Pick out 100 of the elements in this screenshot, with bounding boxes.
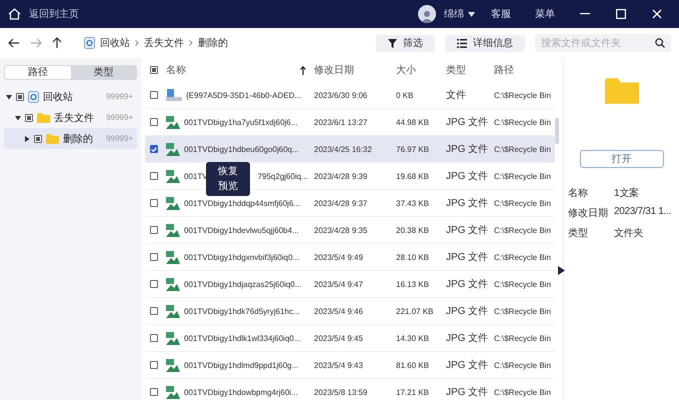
size-cell-text: 221.07 KB: [396, 306, 434, 316]
row-checkbox[interactable]: [150, 226, 158, 234]
filter-button[interactable]: 筛选: [376, 34, 435, 52]
row-checkbox[interactable]: [150, 145, 158, 153]
breadcrumb-item[interactable]: 丢失文件: [144, 36, 184, 50]
type-cell-text: JPG 文件: [446, 278, 490, 291]
date-cell-text: 2023/6/1 13:27: [314, 118, 368, 126]
column-header[interactable]: 类型: [446, 63, 494, 77]
path-cell-text: C:\$Recycle Bin: [494, 198, 552, 208]
avatar-icon[interactable]: [418, 5, 436, 23]
back-button[interactable]: [8, 38, 20, 48]
size-cell-text: 81.60 KB: [396, 360, 430, 370]
expand-panel-icon[interactable]: [558, 266, 565, 275]
property-label: 名称: [568, 187, 589, 200]
home-link[interactable]: 返回到主页: [29, 7, 79, 21]
close-icon[interactable]: [652, 9, 662, 19]
column-header[interactable]: 大小: [396, 63, 446, 77]
tree-item[interactable]: 回收站 99999+: [4, 86, 137, 107]
row-checkbox[interactable]: [150, 361, 158, 369]
tree-checkbox[interactable]: [16, 92, 24, 100]
home-icon[interactable]: [8, 8, 21, 20]
tree-checkbox[interactable]: [25, 114, 33, 122]
open-button[interactable]: 打开: [580, 150, 664, 168]
image-file-icon: [166, 278, 180, 290]
row-checkbox[interactable]: [150, 118, 158, 126]
file-name: {E997A5D9-35D1-46b0-ADED...: [186, 90, 302, 100]
type-cell-text: JPG 文件: [446, 142, 490, 156]
collapse-caret-icon[interactable]: [6, 94, 12, 100]
row-checkbox[interactable]: [150, 388, 158, 396]
row-checkbox[interactable]: [150, 172, 158, 180]
property-label: 修改日期: [568, 206, 609, 220]
property-value: 2023/7/31 1...: [614, 206, 672, 219]
user-menu-button[interactable]: 绵绵: [444, 7, 475, 21]
tree-item[interactable]: 删除的 99999+: [4, 128, 137, 149]
tree-item[interactable]: 丢失文件 99999+: [4, 107, 137, 128]
row-checkbox[interactable]: [150, 280, 158, 288]
image-file-icon: [166, 332, 180, 344]
dropdown-caret-icon[interactable]: [468, 12, 475, 16]
image-file-icon: [166, 224, 180, 236]
maximize-icon[interactable]: [616, 9, 626, 19]
list-icon[interactable]: [457, 38, 467, 48]
column-header[interactable]: 名称: [166, 63, 186, 77]
date-cell-text: 2023/4/28 9:37: [314, 198, 368, 208]
path-cell-text: C:\$Recycle Bin: [494, 334, 552, 342]
column-header[interactable]: 路径: [494, 63, 554, 77]
row-checkbox[interactable]: [150, 199, 158, 207]
sidebar-tab[interactable]: 路径: [5, 66, 70, 79]
image-file-icon: [166, 142, 180, 156]
file-name: 001TVDbigy1hdlmd9ppd1j60g...: [184, 360, 298, 370]
path-cell-text: C:\$Recycle Bin: [494, 90, 552, 100]
sort-up-icon[interactable]: [300, 66, 306, 74]
image-file-icon: [166, 358, 180, 372]
search-icon[interactable]: [655, 38, 665, 48]
date-cell-text: 2023/5/4 9:47: [314, 280, 364, 288]
column-header[interactable]: 修改日期: [314, 63, 396, 77]
details-button[interactable]: 详细信息: [445, 34, 525, 52]
file-name: 001TVDbigy1hdbeu60go0j60q...: [184, 144, 299, 154]
breadcrumb-item[interactable]: 删除的: [198, 36, 228, 50]
row-checkbox[interactable]: [150, 307, 158, 315]
row-checkbox[interactable]: [150, 253, 158, 261]
filter-icon[interactable]: [388, 38, 397, 48]
scrollbar[interactable]: [555, 118, 559, 144]
path-cell-text: C:\$Recycle Bin: [494, 118, 552, 126]
row-checkbox[interactable]: [150, 334, 158, 342]
path-cell-text: C:\$Recycle Bin: [494, 280, 552, 288]
breadcrumb-item[interactable]: 回收站: [100, 36, 130, 50]
sidebar-tab[interactable]: 类型: [70, 66, 136, 79]
title-link[interactable]: 客服: [491, 7, 511, 21]
row-checkbox[interactable]: [150, 91, 158, 99]
folder-icon: [37, 112, 50, 122]
file-name: 795q2gj60iq...: [258, 172, 308, 180]
file-name: 001TVDbigy1hdk76d5yryj61hc...: [184, 306, 300, 316]
minimize-icon[interactable]: [580, 13, 590, 15]
file-name: 001TVDbigy1hddqp44smfj60j6...: [184, 198, 300, 208]
size-cell-text: 37.43 KB: [396, 198, 430, 208]
item-count: 99999+: [106, 134, 133, 143]
image-file-icon: [166, 196, 180, 210]
up-button[interactable]: [52, 37, 62, 49]
property-value: 1文案: [614, 186, 640, 200]
file-row[interactable]: 001TVDbigy1hdbeu60go0j60q... 2023/4/25 16:32 76.97 KB JPG 文件 C:\$Recycle Bin: [145, 136, 555, 163]
recycle-bin-icon: [28, 90, 39, 102]
path-cell-text: C:\$Recycle Bin: [494, 226, 552, 234]
select-all-checkbox[interactable]: [150, 66, 158, 74]
type-cell-text: JPG 文件: [446, 196, 490, 210]
size-cell-text: 44.98 KB: [396, 118, 430, 126]
item-count: 99999+: [106, 92, 133, 101]
property-value: 文件夹: [614, 226, 644, 240]
path-cell-text: C:\$Recycle Bin: [494, 388, 552, 396]
folder-icon: [46, 134, 59, 144]
type-cell-text: JPG 文件: [446, 304, 490, 318]
expand-caret-icon[interactable]: [24, 136, 30, 142]
menu-item[interactable]: 恢复: [218, 166, 238, 177]
tree-label: 删除的: [63, 132, 94, 146]
menu-item[interactable]: 预览: [218, 181, 238, 192]
title-link[interactable]: 菜单: [535, 7, 555, 21]
chevron-icon: [135, 40, 139, 46]
tree-checkbox[interactable]: [34, 134, 42, 142]
recycle-bin-icon: [84, 37, 95, 49]
type-cell-text: 文件: [446, 88, 467, 102]
collapse-caret-icon[interactable]: [15, 114, 21, 120]
